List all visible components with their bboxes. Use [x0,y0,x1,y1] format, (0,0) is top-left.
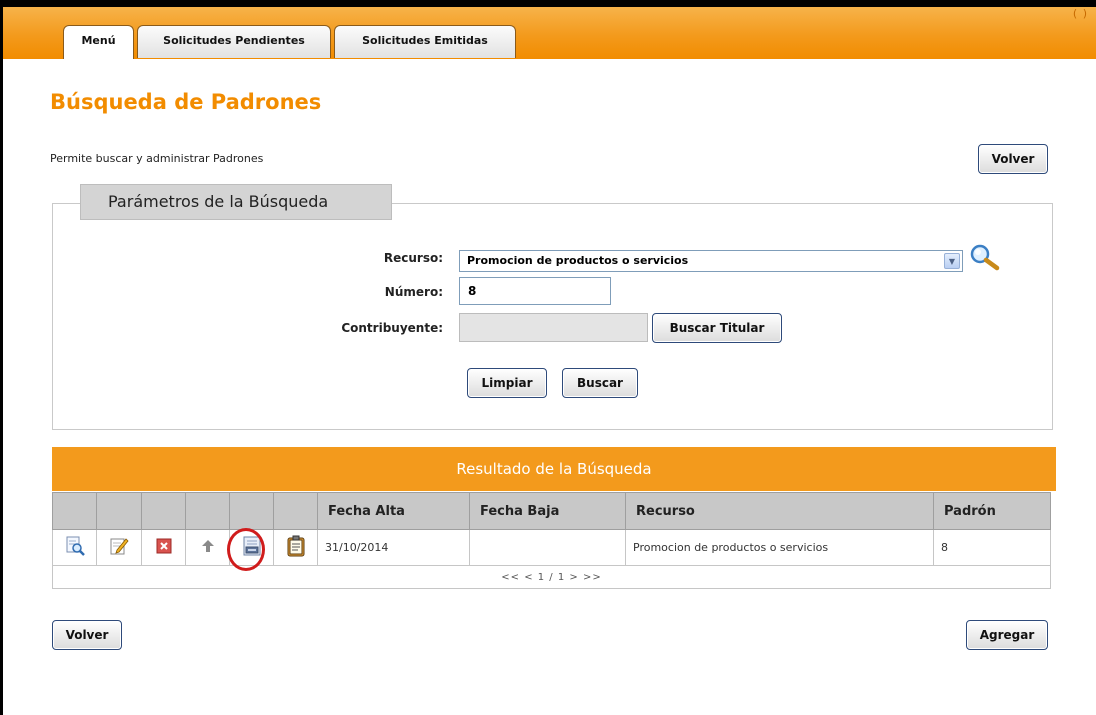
cell-padron: 8 [933,529,1051,566]
number-label: Número: [384,285,443,299]
clear-button[interactable]: Limpiar [467,368,547,398]
taxpayer-label: Contribuyente: [341,321,443,335]
action-column-header [141,492,186,530]
delete-icon[interactable] [154,536,174,559]
view-icon[interactable] [65,536,85,559]
action-column-header [185,492,230,530]
action-column-header [229,492,274,530]
column-header-fecha-alta[interactable]: Fecha Alta [317,492,470,530]
cell-recurso: Promocion de productos o servicios [625,529,934,566]
column-header-recurso[interactable]: Recurso [625,492,934,530]
resource-label: Recurso: [383,251,443,265]
up-cell [185,529,230,566]
window-top-border [0,0,1096,7]
search-parameters-legend: Parámetros de la Búsqueda [80,184,392,220]
back-button-top[interactable]: Volver [978,144,1048,174]
back-button-bottom[interactable]: Volver [52,620,122,650]
cell-fecha-alta: 31/10/2014 [317,529,470,566]
pagination[interactable]: << < 1 / 1 > >> [52,565,1051,589]
column-header-fecha-baja[interactable]: Fecha Baja [469,492,626,530]
tab-pending-requests[interactable]: Solicitudes Pendientes [137,25,331,58]
find-holder-button[interactable]: Buscar Titular [652,313,782,343]
page-title: Búsqueda de Padrones [50,90,322,114]
action-column-header [96,492,142,530]
tab-menu[interactable]: Menú [63,25,134,59]
tab-issued-requests[interactable]: Solicitudes Emitidas [334,25,516,58]
resource-select-value: Promocion de productos o servicios [467,254,689,267]
print-icon[interactable] [241,535,263,560]
search-button[interactable]: Buscar [562,368,638,398]
window-left-border [0,0,3,715]
view-cell [52,529,97,566]
add-button[interactable]: Agregar [966,620,1048,650]
pager-row: << < 1 / 1 > >> [52,565,1051,589]
taxpayer-input[interactable] [459,313,648,342]
action-column-header [52,492,97,530]
print-cell [229,529,274,566]
table-row: 31/10/2014 Promocion de productos o serv… [52,529,1051,566]
number-input[interactable] [459,277,611,305]
clipboard-icon[interactable] [286,535,306,560]
resource-select[interactable]: Promocion de productos o servicios ▼ [459,250,963,272]
header-text: ( ) [1072,7,1088,20]
cell-fecha-baja [469,529,626,566]
magnifier-search-icon[interactable] [968,243,1002,274]
column-header-padron[interactable]: Padrón [933,492,1051,530]
results-header: Resultado de la Búsqueda [52,447,1056,491]
clipboard-cell [273,529,318,566]
edit-cell [96,529,142,566]
action-column-header [273,492,318,530]
results-table: Fecha Alta Fecha Baja Recurso Padrón 31/… [52,492,1051,589]
edit-icon[interactable] [109,536,129,559]
results-header-row: Fecha Alta Fecha Baja Recurso Padrón [52,492,1051,530]
up-arrow-icon[interactable] [201,539,215,556]
chevron-down-icon[interactable]: ▼ [944,253,960,269]
page-description: Permite buscar y administrar Padrones [50,152,264,165]
delete-cell [141,529,186,566]
